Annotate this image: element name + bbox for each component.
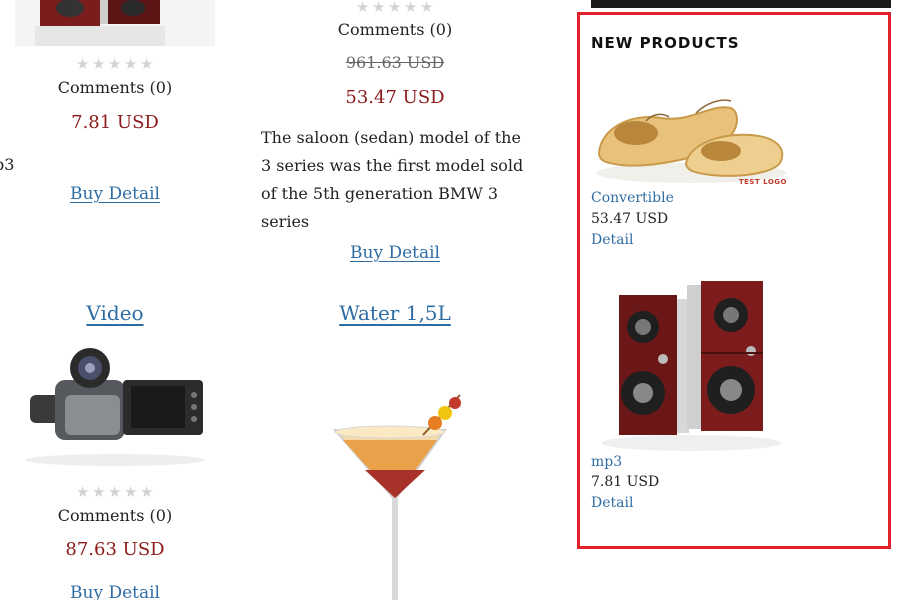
new-product-name-link[interactable]: mp3 bbox=[591, 454, 622, 470]
description-line: 3 series was the first model sold bbox=[261, 156, 524, 175]
product-title-water[interactable]: Water 1,5L bbox=[339, 301, 451, 325]
star-icon: ★ bbox=[404, 0, 418, 12]
star-icon: ★ bbox=[388, 0, 402, 12]
sidebar-top-bar bbox=[591, 0, 891, 8]
star-icon: ★ bbox=[76, 483, 90, 501]
product-image-speakers-top[interactable] bbox=[15, 0, 215, 46]
star-icon: ★ bbox=[108, 55, 122, 73]
star-icon: ★ bbox=[92, 55, 106, 73]
widget-title: NEW PRODUCTS bbox=[591, 34, 740, 52]
comments-count: Comments (0) bbox=[337, 20, 453, 39]
star-icon: ★ bbox=[140, 55, 154, 73]
star-icon: ★ bbox=[92, 483, 106, 501]
description-line: series bbox=[261, 212, 310, 231]
star-icon: ★ bbox=[140, 483, 154, 501]
description-line: The saloon (sedan) model of the bbox=[261, 128, 521, 147]
camcorder-image bbox=[15, 340, 215, 470]
new-product-price: 7.81 USD bbox=[591, 474, 660, 490]
new-product-name-link[interactable]: Convertible bbox=[591, 190, 674, 206]
old-price: 961.63 USD bbox=[345, 53, 445, 72]
product-title-video[interactable]: Video bbox=[86, 301, 143, 325]
new-product-detail-link[interactable]: Detail bbox=[591, 495, 633, 511]
star-icon: ★ bbox=[420, 0, 434, 12]
comments-count: Comments (0) bbox=[57, 78, 173, 97]
new-product-detail-link[interactable]: Detail bbox=[591, 232, 633, 248]
star-icon: ★ bbox=[76, 55, 90, 73]
cocktail-image bbox=[295, 390, 495, 600]
new-product-image-mp3[interactable] bbox=[591, 275, 791, 453]
star-icon: ★ bbox=[356, 0, 370, 12]
buy-detail-link[interactable]: Buy Detail bbox=[350, 243, 440, 263]
speakers-image bbox=[15, 0, 215, 46]
speakers-image bbox=[591, 275, 791, 453]
product-price: 7.81 USD bbox=[71, 112, 159, 133]
wooden-clogs-image bbox=[591, 73, 791, 189]
comments-count: Comments (0) bbox=[57, 506, 173, 525]
new-products-widget: NEW PRODUCTS TEST LOGO Convertible 53.47… bbox=[577, 12, 891, 549]
test-logo-text: TEST LOGO bbox=[738, 178, 787, 186]
product-description-fragment: p3 bbox=[0, 155, 15, 174]
buy-detail-link[interactable]: Buy Detail bbox=[70, 583, 160, 600]
star-icon: ★ bbox=[124, 483, 138, 501]
product-image-video[interactable] bbox=[15, 340, 215, 470]
star-icon: ★ bbox=[372, 0, 386, 12]
product-price: 87.63 USD bbox=[65, 539, 165, 560]
star-icon: ★ bbox=[108, 483, 122, 501]
rating-stars: ★ ★ ★ ★ ★ bbox=[76, 57, 155, 72]
description-line: of the 5th generation BMW 3 bbox=[261, 184, 499, 203]
rating-stars: ★ ★ ★ ★ ★ bbox=[76, 485, 155, 500]
product-image-water[interactable] bbox=[295, 390, 495, 600]
new-product-price: 53.47 USD bbox=[591, 211, 669, 227]
star-icon: ★ bbox=[124, 55, 138, 73]
buy-detail-link[interactable]: Buy Detail bbox=[70, 184, 160, 204]
product-price: 53.47 USD bbox=[345, 87, 445, 108]
product-description: The saloon (sedan) model of the 3 series… bbox=[261, 124, 541, 236]
rating-stars: ★ ★ ★ ★ ★ bbox=[356, 0, 435, 12]
new-product-image-convertible[interactable]: TEST LOGO bbox=[591, 73, 791, 189]
